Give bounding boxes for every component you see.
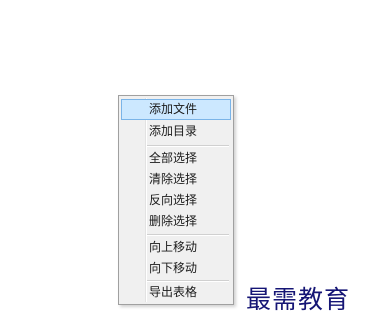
menu-separator	[147, 145, 229, 147]
menu-item-move-down[interactable]: 向下移动	[121, 258, 231, 279]
watermark-logo: 最需教育	[246, 285, 351, 314]
menu-item-clear-selection[interactable]: 清除选择	[121, 169, 231, 190]
menu-separator	[147, 234, 229, 236]
menu-item-delete-selection[interactable]: 删除选择	[121, 211, 231, 232]
menu-item-select-all[interactable]: 全部选择	[121, 148, 231, 169]
menu-item-export-table[interactable]: 导出表格	[121, 282, 231, 303]
context-menu: 添加文件 添加目录 全部选择 清除选择 反向选择 删除选择 向上移动 向下移动 …	[118, 95, 234, 305]
menu-item-add-file[interactable]: 添加文件	[121, 99, 231, 120]
menu-item-invert-selection[interactable]: 反向选择	[121, 190, 231, 211]
menu-item-add-directory[interactable]: 添加目录	[121, 121, 231, 142]
menu-item-move-up[interactable]: 向上移动	[121, 237, 231, 258]
